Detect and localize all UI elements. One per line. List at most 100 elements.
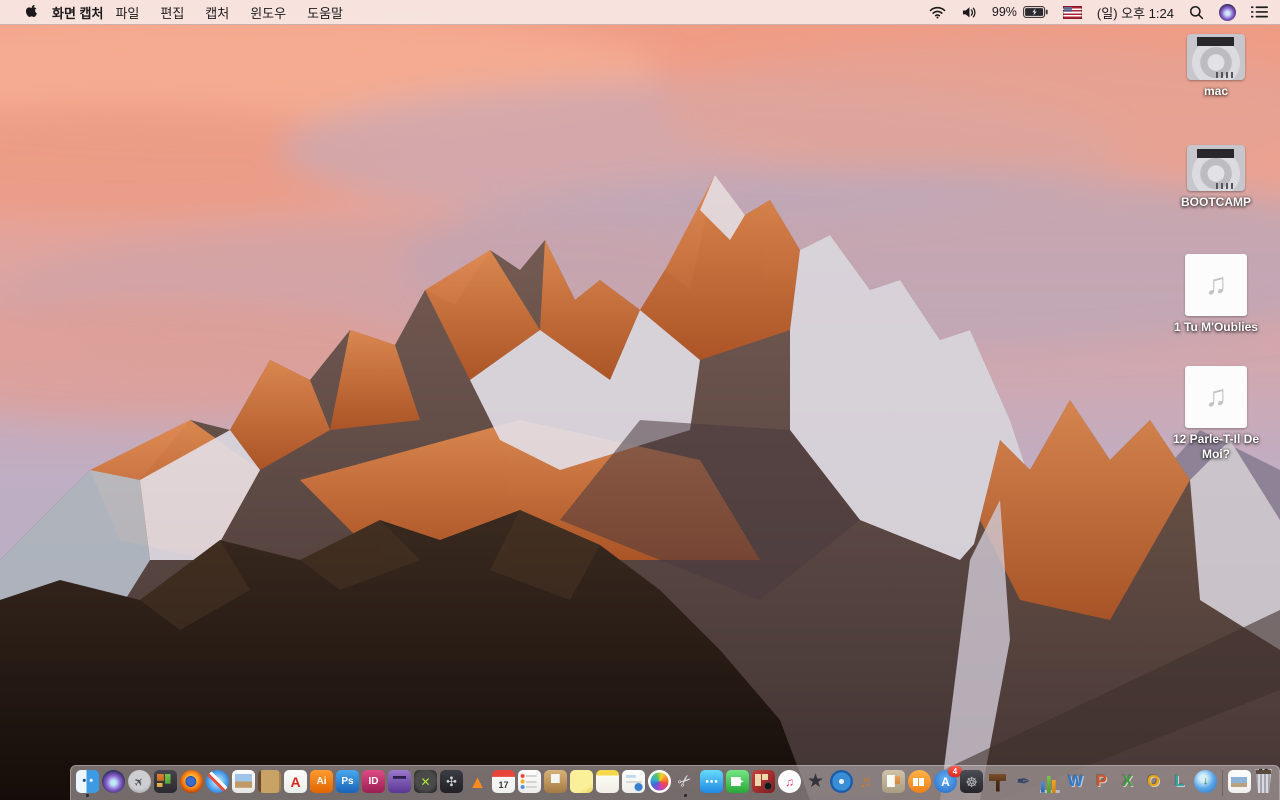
dock-garageband[interactable]: ♬ bbox=[856, 770, 879, 796]
illustrator-icon: Ai bbox=[310, 770, 333, 793]
menu-item-2[interactable]: 편집 bbox=[160, 3, 184, 22]
dock-firefox[interactable] bbox=[180, 770, 203, 796]
pages-icon: ✒ bbox=[1016, 772, 1031, 791]
dock-dvd-player[interactable] bbox=[830, 770, 853, 796]
dock-fan-control[interactable]: ✣ bbox=[440, 770, 463, 796]
desktop-icon-audio-file-12[interactable]: ♫ 12 Parle-T-Il De Moi? bbox=[1156, 366, 1276, 461]
siri-icon[interactable] bbox=[1219, 3, 1236, 21]
menu-item-1[interactable]: 파일 bbox=[115, 3, 139, 22]
music-note-icon: ♫ bbox=[1204, 267, 1228, 301]
input-source-us-flag-icon[interactable] bbox=[1062, 5, 1082, 19]
audio-file-icon: ♫ bbox=[1185, 366, 1247, 429]
menu-item-5[interactable]: 도움말 bbox=[307, 3, 343, 22]
battery-charging-icon[interactable] bbox=[1022, 6, 1048, 18]
stickies-icon bbox=[570, 770, 593, 793]
numbers-icon bbox=[1038, 770, 1061, 793]
safari-icon bbox=[206, 770, 229, 793]
dock-excel[interactable]: X bbox=[1116, 770, 1139, 796]
word-icon: W bbox=[1067, 772, 1084, 790]
desktop-icon-drive-mac[interactable]: mac bbox=[1156, 34, 1276, 98]
dock-vlc[interactable]: ▲ bbox=[466, 770, 489, 796]
dock-powerpoint[interactable]: P bbox=[1090, 770, 1113, 796]
apple-menu[interactable] bbox=[16, 3, 46, 21]
desktop-icon-drive-bootcamp[interactable]: BOOTCAMP bbox=[1156, 145, 1276, 209]
dock-toast-titanium[interactable] bbox=[388, 770, 411, 796]
dock-document-stamp[interactable] bbox=[622, 770, 645, 796]
dock-itunes[interactable]: ♫ bbox=[778, 770, 801, 796]
garageband-icon: ♬ bbox=[859, 772, 876, 791]
menu-item-4[interactable]: 윈도우 bbox=[250, 3, 286, 22]
dock-illustrator[interactable]: Ai bbox=[310, 770, 333, 796]
dock-trash[interactable] bbox=[1254, 769, 1273, 796]
dock-word[interactable]: W bbox=[1064, 770, 1087, 796]
running-indicator bbox=[684, 794, 687, 797]
dock-numbers[interactable] bbox=[1038, 770, 1061, 796]
dock-acrobat-reader[interactable]: A bbox=[284, 770, 307, 796]
notification-center-icon[interactable] bbox=[1251, 6, 1268, 18]
dock-safari[interactable] bbox=[206, 770, 229, 796]
fan-control-icon: ✣ bbox=[440, 770, 463, 793]
dock-keynote[interactable] bbox=[986, 770, 1009, 796]
imovie-icon: ★ bbox=[806, 771, 825, 792]
dock-calendar[interactable]: 17 bbox=[492, 770, 515, 796]
messages-icon: ⋯ bbox=[700, 770, 723, 793]
dock-mission-control[interactable] bbox=[154, 770, 177, 796]
dock-reminders[interactable] bbox=[518, 770, 541, 796]
dock-preview[interactable] bbox=[232, 770, 255, 796]
desktop-icon-audio-file-1[interactable]: ♫ 1 Tu M'Oublies bbox=[1156, 253, 1276, 334]
desktop: 화면 캡처 파일 편집 캡처 윈도우 도움말 99% (일) 오후 1:24 m… bbox=[0, 0, 1280, 800]
active-app-menu[interactable]: 화면 캡처 bbox=[52, 3, 103, 22]
dock-app-store[interactable]: A4 bbox=[934, 766, 962, 796]
dock-facetime[interactable]: ▸ bbox=[726, 770, 749, 796]
menu-list: 파일 편집 캡처 윈도우 도움말 bbox=[115, 3, 364, 22]
notes-icon bbox=[596, 770, 619, 793]
dock-xbmc[interactable]: ✕ bbox=[414, 770, 437, 796]
document-stamp-icon bbox=[622, 770, 645, 793]
steering-wheel-icon: ☸ bbox=[960, 770, 983, 793]
archive-utility-icon bbox=[544, 770, 567, 793]
powerpoint-icon: P bbox=[1096, 772, 1107, 790]
desktop-icon-label: 1 Tu M'Oublies bbox=[1174, 319, 1258, 334]
dock-siri[interactable] bbox=[102, 770, 125, 796]
dock-indesign[interactable]: ID bbox=[362, 770, 385, 796]
ms-autoupdate-icon: ↓ bbox=[1194, 770, 1217, 793]
preview-icon bbox=[232, 770, 255, 793]
app-store-icon: A4 bbox=[934, 766, 962, 793]
dock-steering-wheel[interactable]: ☸ bbox=[960, 770, 983, 796]
dock-stickies[interactable] bbox=[570, 770, 593, 796]
dock-screen-capture[interactable]: ✂ bbox=[674, 770, 697, 797]
dock-notes[interactable] bbox=[596, 770, 619, 796]
dock-archive-utility[interactable] bbox=[544, 770, 567, 796]
mission-control-icon bbox=[154, 770, 177, 793]
dock-photoshop[interactable]: Ps bbox=[336, 770, 359, 796]
wifi-icon[interactable] bbox=[929, 5, 946, 19]
dock-journal-book[interactable] bbox=[258, 770, 281, 796]
volume-icon[interactable] bbox=[961, 6, 977, 19]
xbmc-icon: ✕ bbox=[414, 770, 437, 793]
menu-item-3[interactable]: 캡처 bbox=[205, 3, 229, 22]
dock-divider bbox=[1222, 769, 1223, 796]
menu-clock[interactable]: (일) 오후 1:24 bbox=[1097, 3, 1174, 22]
desktop-icon-label: BOOTCAMP bbox=[1181, 195, 1251, 210]
menu-bar: 화면 캡처 파일 편집 캡처 윈도우 도움말 99% (일) 오후 1:24 bbox=[0, 0, 1280, 25]
dvd-player-icon bbox=[830, 770, 853, 793]
vlc-icon: ▲ bbox=[468, 771, 487, 792]
dock-scrapbook[interactable] bbox=[882, 770, 905, 796]
launchpad-icon: ✈ bbox=[128, 770, 151, 793]
dock-image-document[interactable] bbox=[1228, 770, 1251, 796]
apple-logo-icon bbox=[25, 3, 38, 21]
dock-launchpad[interactable]: ✈ bbox=[128, 770, 151, 796]
hard-drive-icon bbox=[1187, 145, 1245, 192]
dock-photos[interactable] bbox=[648, 770, 671, 796]
dock-ms-autoupdate[interactable]: ↓ bbox=[1194, 770, 1217, 796]
dock-photo-booth[interactable] bbox=[752, 770, 775, 796]
spotlight-icon[interactable] bbox=[1189, 5, 1204, 20]
dock-pages[interactable]: ✒ bbox=[1012, 770, 1035, 796]
dock-messages[interactable]: ⋯ bbox=[700, 770, 723, 796]
dock-lync[interactable]: L bbox=[1168, 770, 1191, 796]
acrobat-reader-icon: A bbox=[284, 770, 307, 793]
dock-outlook[interactable]: O bbox=[1142, 770, 1165, 796]
dock-finder[interactable] bbox=[76, 770, 99, 797]
dock-ibooks[interactable] bbox=[908, 770, 931, 796]
dock-imovie[interactable]: ★ bbox=[804, 770, 827, 796]
